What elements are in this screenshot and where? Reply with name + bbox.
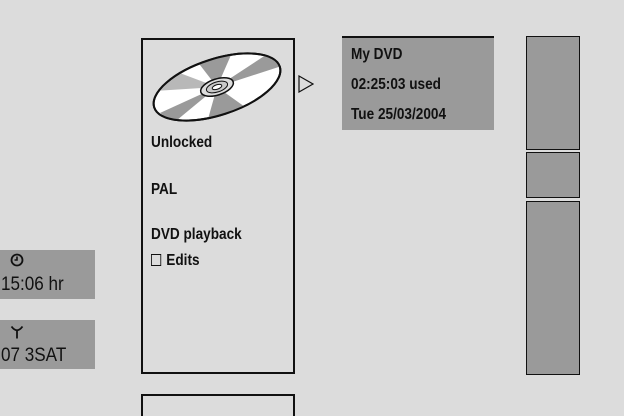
disc-title: My DVD [351, 46, 403, 63]
lock-status: Unlocked [151, 134, 213, 151]
current-channel: 07 3SAT [1, 345, 67, 366]
next-panel [141, 394, 295, 416]
disc-title-info[interactable]: My DVD 02:25:03 used Tue 25/03/2004 [342, 36, 494, 130]
arrow-right-icon [298, 75, 314, 93]
disc-info-panel[interactable]: Unlocked PAL DVD playback Edits [141, 38, 295, 374]
recording-date: Tue 25/03/2004 [351, 106, 447, 123]
title-block-3[interactable] [526, 201, 580, 375]
video-system: PAL [151, 181, 178, 198]
title-block-1[interactable] [526, 36, 580, 150]
clock-status: 15:06 hr [0, 250, 95, 299]
antenna-icon [10, 325, 24, 339]
current-time: 15:06 hr [1, 274, 64, 295]
dvd-disc-icon [152, 52, 282, 122]
playback-mode: DVD playback [151, 226, 242, 243]
edits-label: Edits [166, 252, 200, 269]
edits-checkbox[interactable] [151, 254, 162, 266]
channel-status: 07 3SAT [0, 320, 95, 369]
clock-icon [10, 253, 24, 267]
title-block-2[interactable] [526, 152, 580, 198]
edits-option[interactable]: Edits [151, 252, 200, 270]
time-used: 02:25:03 used [351, 76, 441, 93]
